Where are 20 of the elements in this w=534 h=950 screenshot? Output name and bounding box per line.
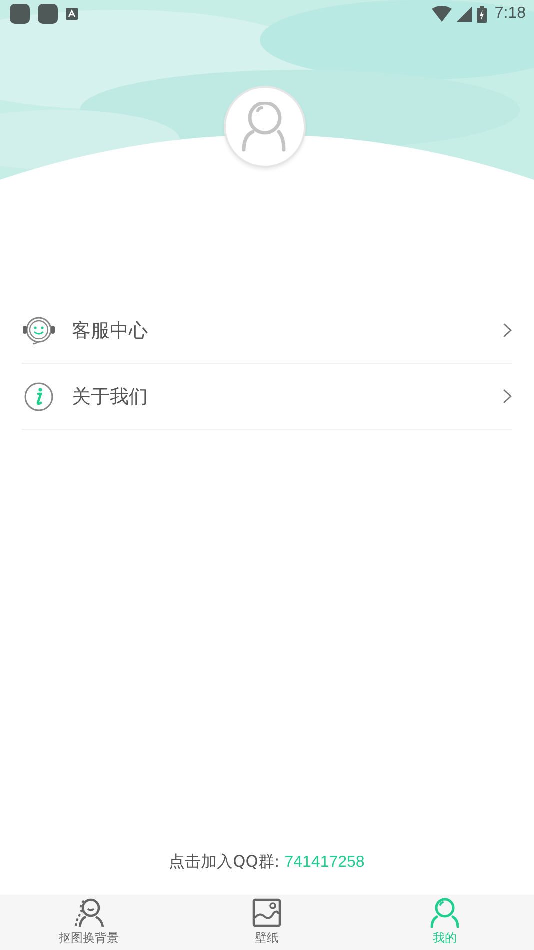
chevron-icon bbox=[503, 323, 512, 338]
wifi-icon bbox=[432, 6, 452, 22]
signal-icon bbox=[456, 6, 472, 22]
menu-item[interactable]: 关于我们 bbox=[22, 364, 512, 430]
qq-group-label: 点击加入QQ群: bbox=[169, 852, 280, 871]
menu-item[interactable]: 客服中心 bbox=[22, 298, 512, 364]
menu-label: 客服中心 bbox=[72, 318, 149, 344]
notification-icon bbox=[38, 4, 58, 24]
info-icon bbox=[22, 382, 56, 412]
support-icon bbox=[22, 316, 56, 346]
status-time: 7:18 bbox=[494, 5, 526, 23]
nav-tab[interactable]: 壁纸 bbox=[178, 895, 356, 950]
nav-tab[interactable]: 抠图换背景 bbox=[0, 895, 178, 950]
user-icon bbox=[429, 898, 461, 928]
keyboard-icon bbox=[66, 8, 78, 20]
image-icon bbox=[252, 898, 282, 928]
notification-icon bbox=[10, 4, 30, 24]
menu-label: 关于我们 bbox=[72, 384, 149, 410]
person-icon bbox=[72, 898, 106, 928]
chevron-icon bbox=[503, 389, 512, 404]
